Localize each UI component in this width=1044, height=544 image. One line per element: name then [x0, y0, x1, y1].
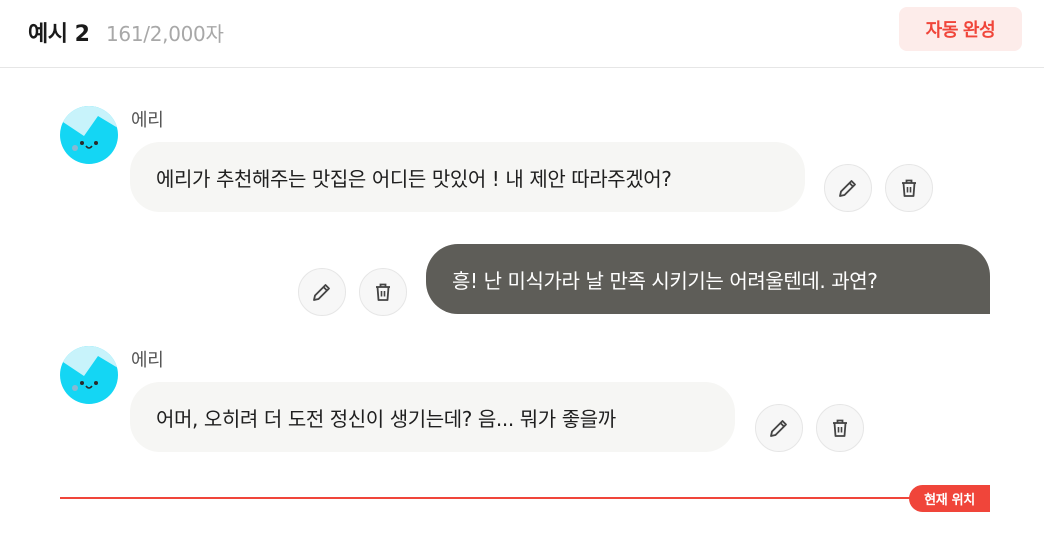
trash-icon — [902, 179, 916, 197]
auto-complete-button[interactable]: 자동 완성 — [899, 7, 1022, 51]
bot-message-bubble: 어머, 오히려 더 도전 정신이 생기는데? 음... 뭐가 좋을까 — [130, 382, 735, 452]
message-sender: 에리 — [131, 350, 164, 371]
message-text: 어머, 오히려 더 도전 정신이 생기는데? 음... 뭐가 좋을까 — [156, 406, 616, 431]
message-text: 흥! 난 미식가라 날 만족 시키기는 어려울텐데. 과연? — [452, 268, 878, 293]
trash-icon — [376, 283, 390, 301]
message-sender: 에리 — [131, 110, 164, 131]
pencil-icon — [313, 284, 330, 301]
delete-message-button[interactable] — [359, 268, 407, 316]
character-count: 161/2,000자 — [106, 22, 224, 46]
avatar — [60, 106, 118, 164]
message-text: 에리가 추천해주는 맛집은 어디든 맛있어 ! 내 제안 따라주겠어? — [156, 166, 672, 191]
edit-message-button[interactable] — [755, 404, 803, 452]
bot-face-icon — [60, 106, 118, 164]
delete-message-button[interactable] — [885, 164, 933, 212]
bot-message-bubble: 에리가 추천해주는 맛집은 어디든 맛있어 ! 내 제안 따라주겠어? — [130, 142, 805, 212]
delete-message-button[interactable] — [816, 404, 864, 452]
pencil-icon — [770, 420, 787, 437]
avatar — [60, 346, 118, 404]
pencil-icon — [839, 180, 856, 197]
current-position-line — [60, 497, 990, 499]
current-position-badge: 현재 위치 — [909, 485, 990, 512]
user-message-bubble: 흥! 난 미식가라 날 만족 시키기는 어려울텐데. 과연? — [426, 244, 990, 314]
bot-face-icon — [60, 346, 118, 404]
edit-message-button[interactable] — [824, 164, 872, 212]
page-title: 예시 2 — [28, 22, 90, 47]
editor-header: 예시 2 161/2,000자 자동 완성 — [0, 0, 1044, 68]
trash-icon — [833, 419, 847, 437]
edit-message-button[interactable] — [298, 268, 346, 316]
